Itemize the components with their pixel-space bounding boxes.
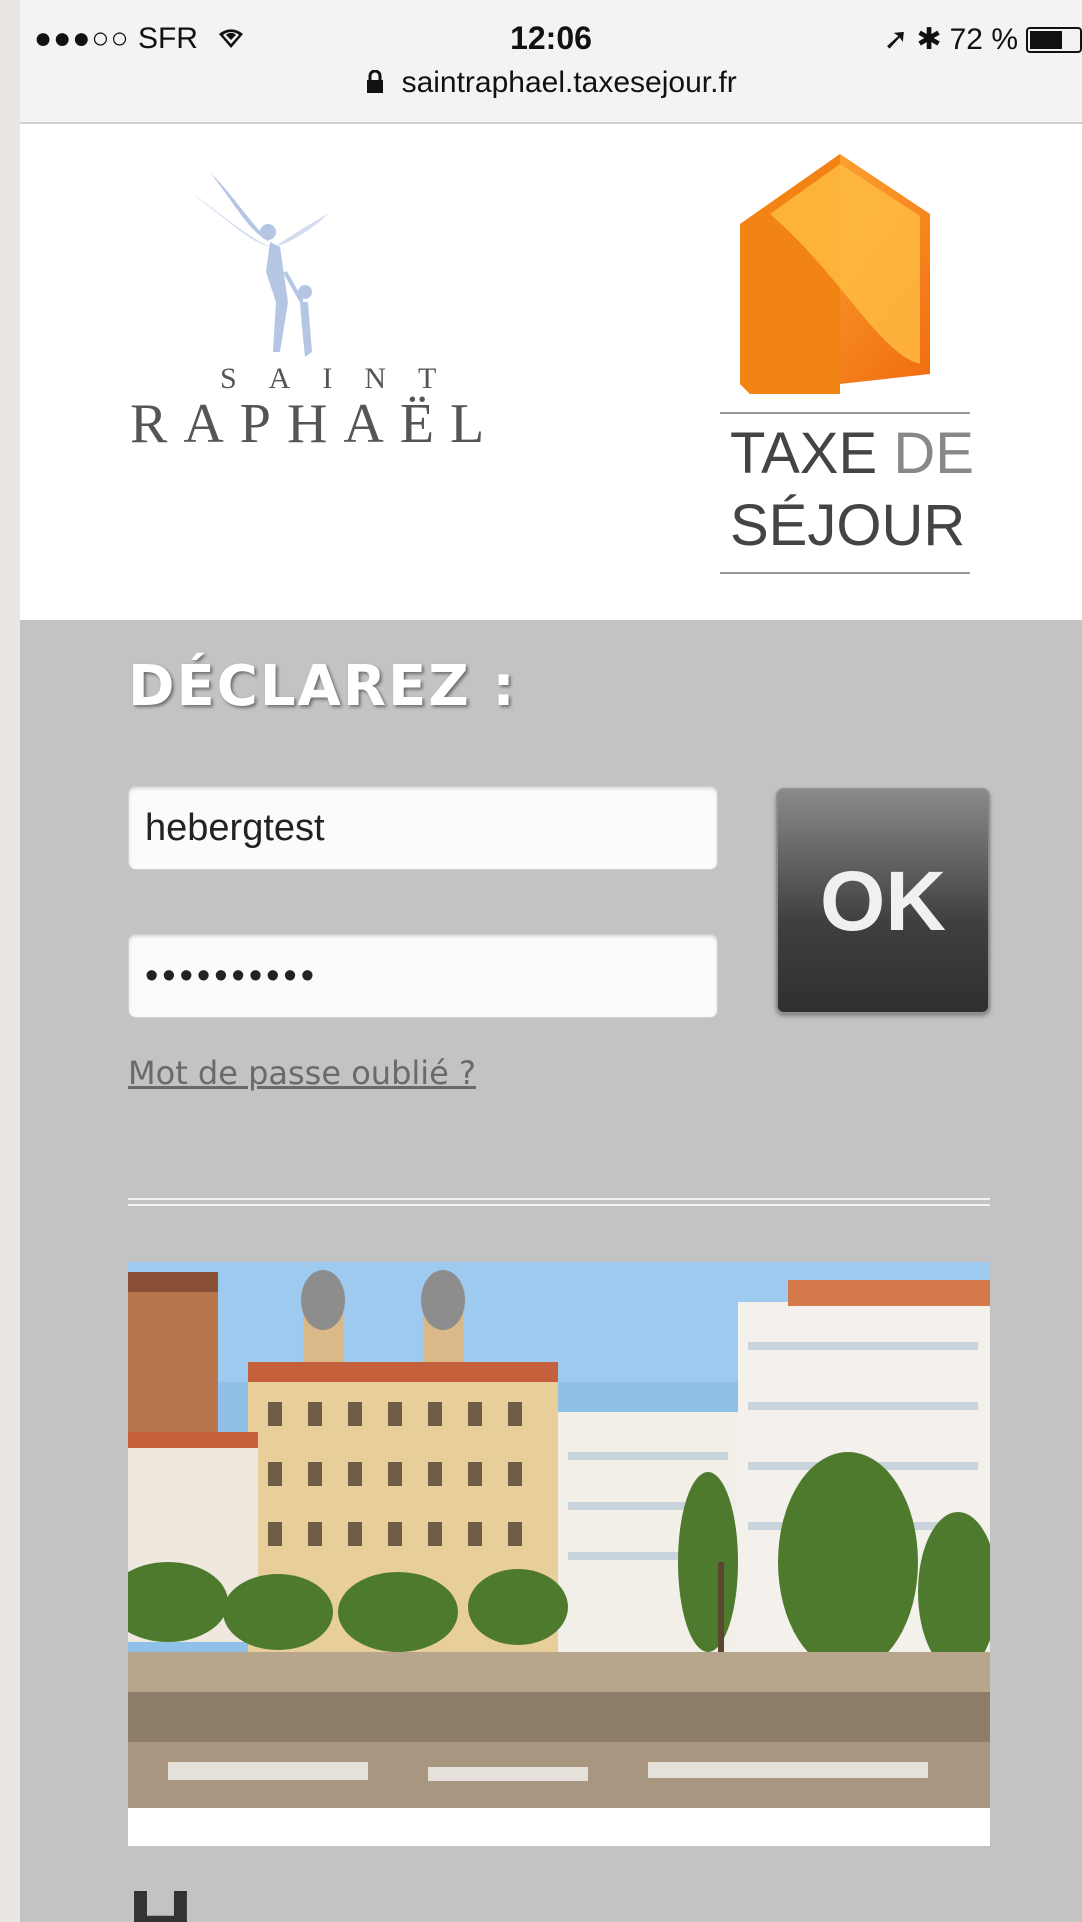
url-bar[interactable]: saintraphael.taxesejour.fr <box>20 66 1082 102</box>
angel-emblem-icon <box>190 172 330 357</box>
house-icon <box>740 154 930 394</box>
ok-button[interactable]: OK <box>776 788 990 1014</box>
battery-icon <box>1026 26 1082 53</box>
logo-divider-top <box>720 412 970 414</box>
logo-divider-bottom <box>720 572 970 574</box>
logo-text-de: DE <box>893 421 974 486</box>
login-form: DÉCLAREZ : hebergtest •••••••••• OK Mot … <box>20 620 1082 1922</box>
logo-text-raphael: RAPHAËL <box>130 393 501 455</box>
next-section-heading: H <box>128 1872 193 1922</box>
taxe-de-sejour-logo[interactable]: TAXE DE SÉJOUR <box>720 154 1010 604</box>
location-arrow-icon: ➚ <box>883 23 909 56</box>
logo-text-saint: SAINT <box>220 362 469 395</box>
logo-text-taxe-de: TAXE DE <box>730 422 974 486</box>
battery-percent: 72 % <box>949 22 1018 56</box>
password-input[interactable]: •••••••••• <box>128 934 718 1018</box>
city-photo <box>128 1262 990 1846</box>
battery-fill <box>1030 30 1062 49</box>
saint-raphael-logo[interactable]: SAINT RAPHAËL <box>130 152 530 455</box>
status-bar: ●●●○○ SFR 12:06 ➚ ✱ 72 % saintraphael.ta… <box>20 0 1082 124</box>
username-input[interactable]: hebergtest <box>128 786 718 870</box>
logo-text-taxe: TAXE <box>730 421 878 486</box>
bluetooth-icon: ✱ <box>916 23 942 56</box>
form-title: DÉCLAREZ : <box>128 654 517 719</box>
lock-icon <box>365 68 385 102</box>
logo-text-sejour: SÉJOUR <box>730 493 966 558</box>
url-domain: saintraphael.taxesejour.fr <box>401 66 737 99</box>
header-logos: SAINT RAPHAËL TAXE DE SÉJOUR <box>20 124 1082 620</box>
phone-screen: ●●●○○ SFR 12:06 ➚ ✱ 72 % saintraphael.ta… <box>20 0 1082 1922</box>
section-divider <box>128 1198 990 1206</box>
forgot-password-link[interactable]: Mot de passe oublié ? <box>128 1054 476 1092</box>
status-right: ➚ ✱ 72 % <box>883 22 1082 57</box>
